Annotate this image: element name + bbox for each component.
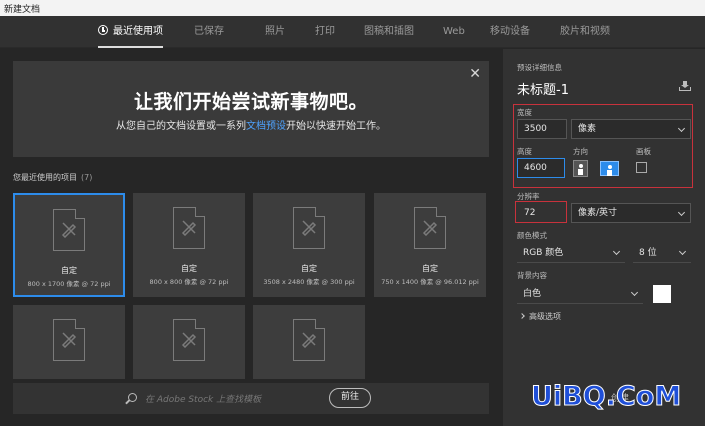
advanced-label: 高级选项: [529, 312, 561, 321]
recent-item[interactable]: 自定 800 x 1700 像素 @ 72 ppi: [13, 193, 125, 297]
recent-item-dimensions: 800 x 1700 像素 @ 72 ppi: [27, 280, 111, 288]
unit-value: 像素/英寸: [578, 208, 618, 218]
background-label: 背景内容: [517, 271, 547, 280]
recent-item-dimensions: 750 x 1400 像素 @ 96.012 ppi: [381, 278, 479, 286]
artboard-label: 画板: [636, 147, 651, 156]
subtitle-text: 开始以快速开始工作。: [286, 121, 386, 132]
watermark: UiBQ.CoM: [530, 381, 682, 413]
recent-item[interactable]: 自定 3508 x 2480 像素 @ 300 ppi: [253, 193, 365, 297]
color-mode-select[interactable]: RGB 颜色: [517, 243, 625, 263]
tab-mobile[interactable]: 移动设备: [490, 16, 530, 48]
search-icon: [128, 393, 137, 402]
resolution-input[interactable]: 72: [517, 203, 565, 223]
presets-link[interactable]: 文档预设: [246, 121, 286, 132]
recent-item-dimensions: 3508 x 2480 像素 @ 300 ppi: [263, 278, 355, 286]
preset-details-panel: 预设详细信息 未标题-1 宽度 3500 像素 高度 4600 方向 画板 分辨…: [503, 49, 705, 426]
recent-count: (7): [81, 173, 93, 182]
subtitle-text: 从您自己的文档设置或一系列: [116, 121, 246, 132]
width-input[interactable]: 3500: [517, 119, 567, 139]
search-input[interactable]: 在 Adobe Stock 上查找模板: [145, 392, 261, 405]
window-title: 新建文档: [4, 5, 41, 15]
artboard-checkbox[interactable]: [636, 162, 647, 173]
preset-details-label: 预设详细信息: [517, 63, 562, 72]
title-bar: 新建文档: [0, 0, 705, 16]
clock-icon: [98, 25, 108, 35]
landscape-orientation-icon[interactable]: [600, 161, 619, 176]
unit-value: 像素: [578, 124, 597, 134]
chevron-down-icon: [677, 124, 686, 133]
recent-item[interactable]: [253, 305, 365, 379]
recent-item-dimensions: 800 x 800 像素 @ 72 ppi: [149, 278, 229, 286]
advanced-options-toggle[interactable]: 高级选项: [519, 311, 561, 322]
height-label: 高度: [517, 147, 532, 156]
document-icon: [414, 207, 446, 249]
tab-recent[interactable]: 最近使用项: [98, 16, 163, 48]
welcome-banner: ✕ 让我们开始尝试新事物吧。 从您自己的文档设置或一系列文档预设开始以快速开始工…: [13, 61, 489, 157]
bit-depth-value: 8 位: [639, 248, 657, 258]
tab-saved[interactable]: 已保存: [194, 16, 224, 48]
recent-item[interactable]: 自定 750 x 1400 像素 @ 96.012 ppi: [374, 193, 486, 297]
document-icon: [173, 319, 205, 361]
recent-item-name: 自定: [301, 264, 317, 273]
recent-label: 您最近使用的项目 (7): [13, 172, 92, 183]
welcome-subtitle: 从您自己的文档设置或一系列文档预设开始以快速开始工作。: [13, 117, 489, 132]
document-icon: [293, 319, 325, 361]
recent-label-text: 您最近使用的项目: [13, 173, 77, 182]
height-input[interactable]: 4600: [517, 158, 565, 178]
chevron-down-icon: [612, 247, 621, 256]
recent-item-name: 自定: [181, 264, 197, 273]
document-icon: [293, 207, 325, 249]
background-value: 白色: [523, 289, 542, 299]
tab-web[interactable]: Web: [443, 16, 465, 48]
welcome-title: 让我们开始尝试新事物吧。: [133, 91, 368, 113]
width-label: 宽度: [517, 108, 532, 117]
tab-photo[interactable]: 照片: [265, 16, 285, 48]
document-icon: [53, 209, 85, 251]
tab-label: 最近使用项: [113, 26, 163, 37]
left-content: ✕ 让我们开始尝试新事物吧。 从您自己的文档设置或一系列文档预设开始以快速开始工…: [0, 49, 503, 426]
orientation-label: 方向: [573, 147, 588, 156]
recent-item[interactable]: [13, 305, 125, 379]
recent-item-name: 自定: [61, 266, 77, 275]
chevron-right-icon: [519, 313, 525, 319]
background-select[interactable]: 白色: [517, 284, 643, 304]
recent-item[interactable]: [133, 305, 245, 379]
recent-item[interactable]: 自定 800 x 800 像素 @ 72 ppi: [133, 193, 245, 297]
chevron-down-icon: [678, 247, 687, 256]
resolution-unit-select[interactable]: 像素/英寸: [571, 203, 691, 223]
bit-depth-select[interactable]: 8 位: [633, 243, 691, 263]
go-button[interactable]: 前往: [329, 388, 371, 408]
portrait-orientation-icon[interactable]: [573, 160, 588, 177]
close-icon[interactable]: ✕: [469, 66, 481, 82]
save-preset-icon[interactable]: [679, 81, 691, 91]
background-color-swatch[interactable]: [653, 285, 671, 303]
document-icon: [173, 207, 205, 249]
chevron-down-icon: [630, 288, 639, 297]
preset-tabs: 最近使用项 已保存 照片 打印 图稿和插图 Web 移动设备 胶片和视频: [0, 16, 705, 48]
document-icon: [53, 319, 85, 361]
document-name[interactable]: 未标题-1: [517, 79, 569, 98]
chevron-down-icon: [677, 208, 686, 217]
tab-print[interactable]: 打印: [315, 16, 335, 48]
stock-search-bar: 在 Adobe Stock 上查找模板 前往: [13, 383, 489, 414]
color-mode-label: 颜色模式: [517, 231, 547, 240]
tab-art-illustration[interactable]: 图稿和插图: [364, 16, 414, 48]
color-mode-value: RGB 颜色: [523, 248, 564, 258]
width-unit-select[interactable]: 像素: [571, 119, 691, 139]
tab-film-video[interactable]: 胶片和视频: [560, 16, 610, 48]
recent-item-name: 自定: [422, 264, 438, 273]
